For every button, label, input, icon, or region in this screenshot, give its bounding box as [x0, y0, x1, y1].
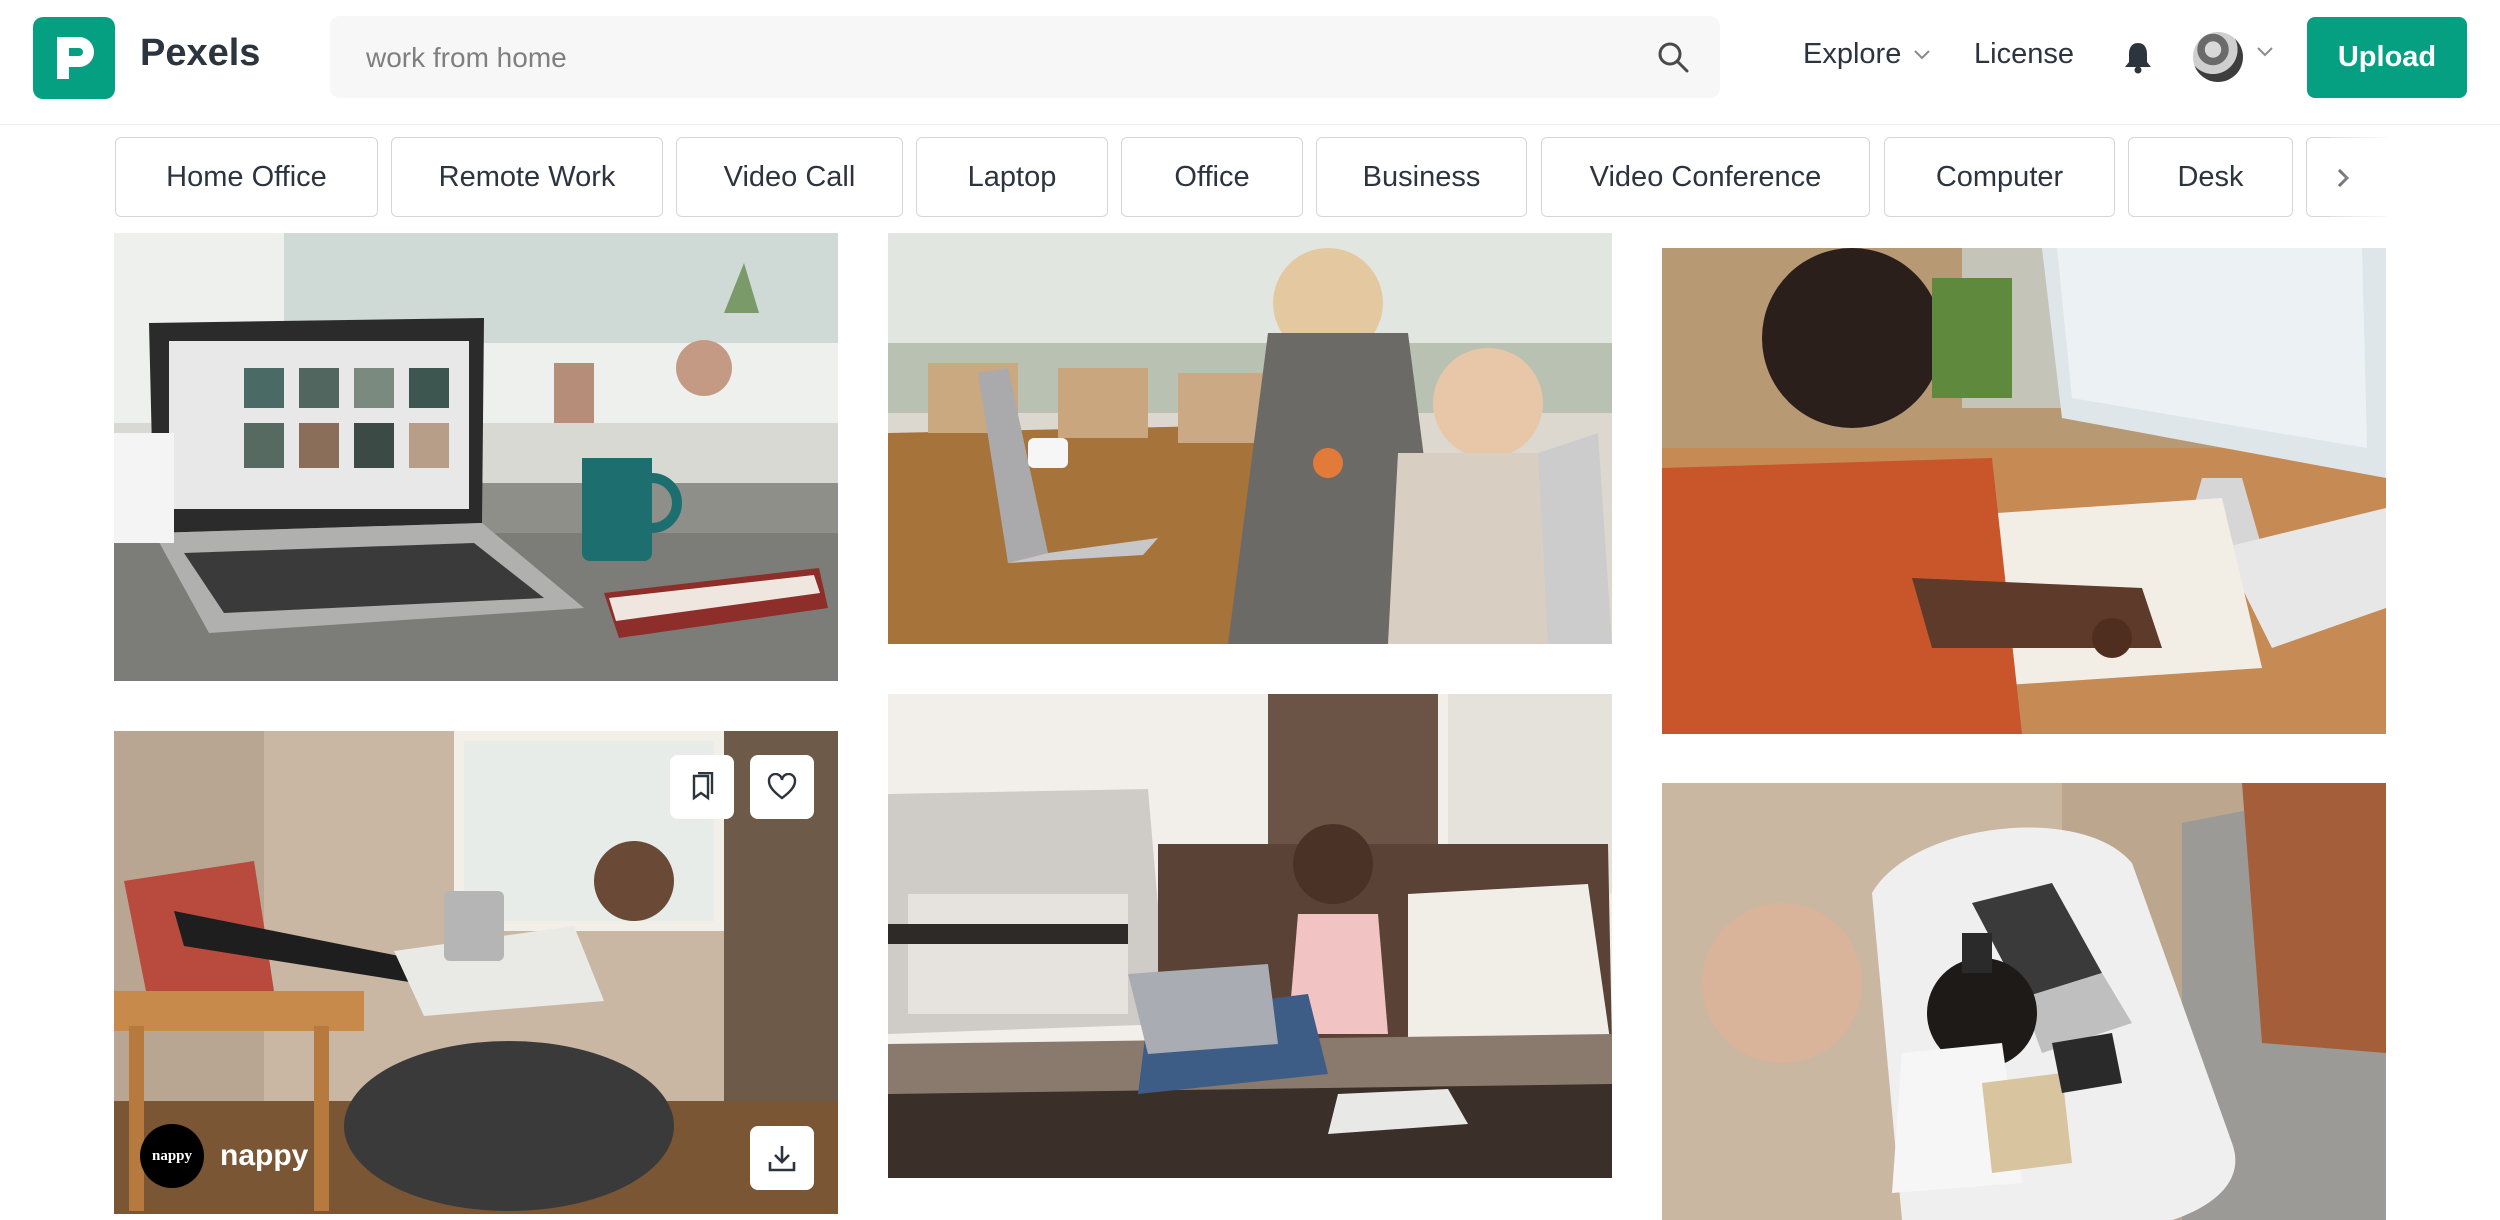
- user-avatar[interactable]: [2193, 32, 2243, 82]
- chip-remote-work[interactable]: Remote Work: [391, 137, 663, 217]
- chip-video-call[interactable]: Video Call: [676, 137, 903, 217]
- search-bar[interactable]: [330, 16, 1720, 100]
- search-input[interactable]: [364, 16, 1618, 100]
- like-button[interactable]: [750, 755, 814, 819]
- top-bar: Pexels Explore License Upload: [0, 0, 2500, 125]
- chips-fade: [2330, 137, 2400, 217]
- collect-button[interactable]: [670, 755, 734, 819]
- photo-top-down-desk[interactable]: [1662, 783, 2386, 1220]
- heart-icon: [767, 773, 797, 800]
- photo-woman-writing-desk-image: [1662, 248, 2386, 734]
- pexels-logo-icon[interactable]: [33, 17, 115, 99]
- photographer-avatar: nappy: [140, 1124, 204, 1188]
- download-button[interactable]: [750, 1126, 814, 1190]
- photo-mother-baby-laptop-image: [888, 233, 1612, 644]
- brand-name[interactable]: Pexels: [140, 32, 260, 75]
- photo-laptop-counter-image: [114, 233, 838, 681]
- explore-menu[interactable]: Explore: [1803, 38, 1931, 71]
- photographer-name[interactable]: nappy: [220, 1139, 308, 1173]
- photographer-info[interactable]: nappy nappy: [140, 1124, 308, 1188]
- notification-bell-icon[interactable]: [2122, 40, 2154, 74]
- chip-business[interactable]: Business: [1316, 137, 1527, 217]
- license-link[interactable]: License: [1974, 38, 2074, 71]
- chip-laptop[interactable]: Laptop: [916, 137, 1108, 217]
- photo-mother-baby-laptop[interactable]: [888, 233, 1612, 644]
- search-icon[interactable]: [1656, 40, 1690, 74]
- chip-desk[interactable]: Desk: [2128, 137, 2293, 217]
- download-icon: [768, 1146, 796, 1172]
- explore-label: Explore: [1803, 38, 1902, 70]
- chip-computer[interactable]: Computer: [1884, 137, 2115, 217]
- bookmark-icon: [692, 772, 714, 801]
- photo-woman-floor-laptop-image: [888, 694, 1612, 1178]
- chip-video-conference[interactable]: Video Conference: [1541, 137, 1870, 217]
- photo-woman-floor-laptop[interactable]: [888, 694, 1612, 1178]
- chip-home-office[interactable]: Home Office: [115, 137, 378, 217]
- upload-button[interactable]: Upload: [2307, 17, 2467, 98]
- chip-office[interactable]: Office: [1121, 137, 1303, 217]
- avatar-chevron-down-icon[interactable]: [2256, 46, 2274, 58]
- photo-top-down-desk-image: [1662, 783, 2386, 1220]
- photo-man-bean-bag[interactable]: nappy nappy: [114, 731, 838, 1214]
- photo-laptop-counter[interactable]: [114, 233, 838, 681]
- chevron-down-icon: [1914, 49, 1931, 59]
- photo-woman-writing-desk[interactable]: [1662, 248, 2386, 734]
